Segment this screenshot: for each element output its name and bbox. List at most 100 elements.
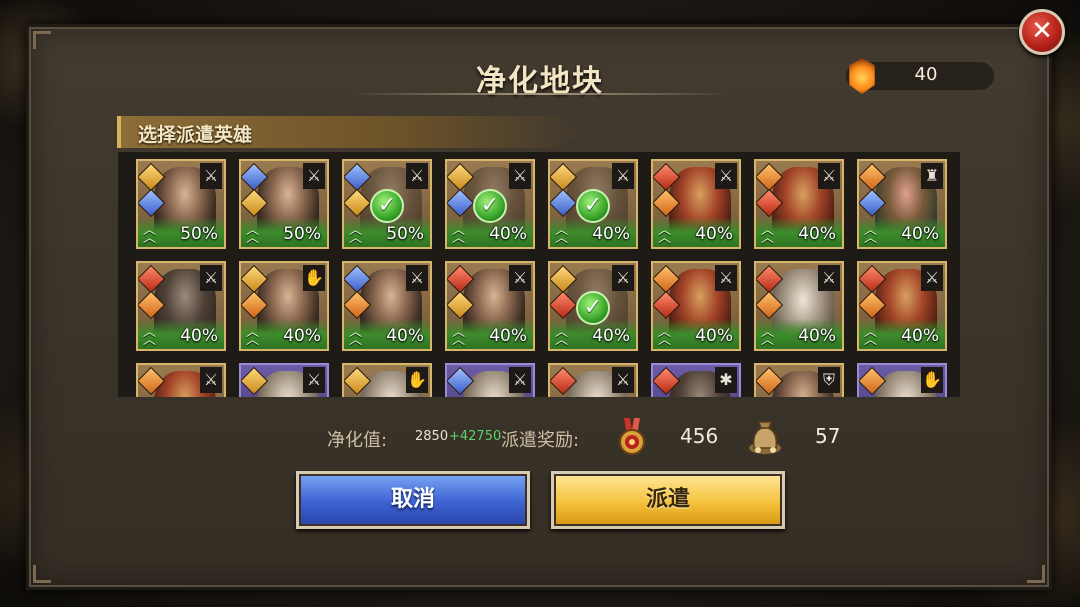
rank-chevron-icon: ︿ ︿ xyxy=(349,223,362,246)
game-screen: ✕ 净化地块 40 选择派遣英雄 ⚔ ︿ ︿ 50% ⚔ ︿ ︿ 50% ⚔ ︿ ︿ 50% ✓ ⚔ ︿ ︿ 4… xyxy=(0,0,1080,607)
medal-reward-value: 456 xyxy=(680,424,719,448)
sword-icon: ⚔ xyxy=(406,265,428,291)
hero-grid[interactable]: ⚔ ︿ ︿ 50% ⚔ ︿ ︿ 50% ⚔ ︿ ︿ 50% ✓ ⚔ ︿ ︿ 40% ✓ ⚔ ︿ ︿ 40% ✓ ⚔ ︿ ︿ 40% ⚔… xyxy=(118,152,960,397)
staff-icon: ✱ xyxy=(715,367,737,393)
hands-icon: ✋ xyxy=(921,367,943,393)
close-button[interactable]: ✕ xyxy=(1019,9,1065,55)
sword-icon: ⚔ xyxy=(509,367,531,393)
rank-chevron-icon: ︿ ︿ xyxy=(452,325,465,348)
hero-card[interactable]: ⚔ ︿ ︿ 40% xyxy=(136,261,226,351)
bag-reward-value: 57 xyxy=(815,424,841,448)
purify-percent: 50% xyxy=(283,224,321,244)
hero-card[interactable]: ⚔ ︿ ︿ 40% xyxy=(754,159,844,249)
rank-chevron-icon: ︿ ︿ xyxy=(246,223,259,246)
purify-percent: 40% xyxy=(901,224,939,244)
purify-percent: 40% xyxy=(180,326,218,346)
shield-icon: ⛨ xyxy=(818,367,840,393)
hero-card[interactable]: ⚔ ︿ ︿ 50% xyxy=(239,159,329,249)
corner-ornament xyxy=(1027,565,1045,583)
hero-card[interactable]: ⚔ ︿ ︿ 40% xyxy=(857,261,947,351)
hero-card[interactable]: ✋ xyxy=(857,363,947,397)
rank-chevron-icon: ︿ ︿ xyxy=(246,325,259,348)
sword-icon: ⚔ xyxy=(406,163,428,189)
sword-icon: ⚔ xyxy=(818,163,840,189)
rank-chevron-icon: ︿ ︿ xyxy=(658,223,671,246)
rank-chevron-icon: ︿ ︿ xyxy=(555,223,568,246)
selected-check-icon: ✓ xyxy=(473,189,507,223)
rank-chevron-icon: ︿ ︿ xyxy=(452,223,465,246)
hero-card[interactable]: ♜ ︿ ︿ 40% xyxy=(857,159,947,249)
sword-icon: ⚔ xyxy=(303,163,325,189)
dispatch-reward-label: 派遣奖励: xyxy=(501,430,580,451)
purify-percent: 50% xyxy=(180,224,218,244)
sword-icon: ⚔ xyxy=(921,265,943,291)
purify-percent: 50% xyxy=(386,224,424,244)
sword-icon: ⚔ xyxy=(715,163,737,189)
sword-icon: ⚔ xyxy=(818,265,840,291)
hero-card[interactable]: ⛨ xyxy=(754,363,844,397)
sword-icon: ⚔ xyxy=(612,163,634,189)
hero-card[interactable]: ⚔ ︿ ︿ 40% xyxy=(651,159,741,249)
corner-ornament xyxy=(33,31,51,49)
hero-card[interactable]: ✋ xyxy=(342,363,432,397)
sword-icon: ⚔ xyxy=(509,163,531,189)
rank-chevron-icon: ︿ ︿ xyxy=(761,223,774,246)
hero-card[interactable]: ⚔ ︿ ︿ 40% xyxy=(651,261,741,351)
supply-bag-icon xyxy=(749,421,781,454)
selected-check-icon: ✓ xyxy=(576,189,610,223)
rook-icon: ♜ xyxy=(921,163,943,189)
hero-card[interactable]: ⚔ ︿ ︿ 40% xyxy=(754,261,844,351)
sword-icon: ⚔ xyxy=(303,367,325,393)
section-label: 选择派遣英雄 xyxy=(138,124,253,146)
rank-chevron-icon: ︿ ︿ xyxy=(143,325,156,348)
sword-icon: ⚔ xyxy=(200,265,222,291)
purify-percent: 40% xyxy=(592,326,630,346)
hero-card[interactable]: ⚔ ︿ ︿ 40% ✓ xyxy=(445,159,535,249)
rank-chevron-icon: ︿ ︿ xyxy=(658,325,671,348)
purify-percent: 40% xyxy=(695,224,733,244)
purify-percent: 40% xyxy=(695,326,733,346)
hero-card[interactable]: ⚔ xyxy=(548,363,638,397)
selected-check-icon: ✓ xyxy=(370,189,404,223)
medal-icon xyxy=(619,418,645,455)
rank-chevron-icon: ︿ ︿ xyxy=(349,325,362,348)
rank-chevron-icon: ︿ ︿ xyxy=(864,223,877,246)
sword-icon: ⚔ xyxy=(200,367,222,393)
hero-card[interactable]: ⚔ ︿ ︿ 50% xyxy=(136,159,226,249)
purify-percent: 40% xyxy=(901,326,939,346)
purify-percent: 40% xyxy=(386,326,424,346)
purify-value-bonus: +42750 xyxy=(449,429,502,444)
sword-icon: ⚔ xyxy=(612,367,634,393)
title-divider xyxy=(350,93,730,95)
purify-percent: 40% xyxy=(798,224,836,244)
purify-value-base: 2850 xyxy=(415,429,449,444)
hero-card[interactable]: ⚔ ︿ ︿ 40% ✓ xyxy=(548,159,638,249)
purify-value-label: 净化值: xyxy=(327,430,388,451)
purify-percent: 40% xyxy=(489,326,527,346)
selected-check-icon: ✓ xyxy=(576,291,610,325)
resource-value: 40 xyxy=(914,64,938,85)
hero-card[interactable]: ✱ xyxy=(651,363,741,397)
hero-card[interactable]: ⚔ ︿ ︿ 50% ✓ xyxy=(342,159,432,249)
sword-icon: ⚔ xyxy=(509,265,531,291)
hands-icon: ✋ xyxy=(406,367,428,393)
hero-card[interactable]: ⚔ xyxy=(136,363,226,397)
rank-chevron-icon: ︿ ︿ xyxy=(864,325,877,348)
purify-percent: 40% xyxy=(489,224,527,244)
hero-card[interactable]: ⚔ ︿ ︿ 40% xyxy=(342,261,432,351)
purify-percent: 40% xyxy=(283,326,321,346)
hero-card[interactable]: ⚔ xyxy=(239,363,329,397)
corner-ornament xyxy=(33,565,51,583)
cancel-button[interactable]: 取消 xyxy=(296,471,530,529)
hero-card[interactable]: ⚔ ︿ ︿ 40% ✓ xyxy=(548,261,638,351)
sword-icon: ⚔ xyxy=(612,265,634,291)
rank-chevron-icon: ︿ ︿ xyxy=(761,325,774,348)
rank-chevron-icon: ︿ ︿ xyxy=(143,223,156,246)
hero-card[interactable]: ⚔ ︿ ︿ 40% xyxy=(445,261,535,351)
close-icon: ✕ xyxy=(1031,16,1053,46)
hero-card[interactable]: ⚔ xyxy=(445,363,535,397)
dispatch-button[interactable]: 派遣 xyxy=(551,471,785,529)
hero-card[interactable]: ✋ ︿ ︿ 40% xyxy=(239,261,329,351)
rank-chevron-icon: ︿ ︿ xyxy=(555,325,568,348)
sword-icon: ⚔ xyxy=(200,163,222,189)
